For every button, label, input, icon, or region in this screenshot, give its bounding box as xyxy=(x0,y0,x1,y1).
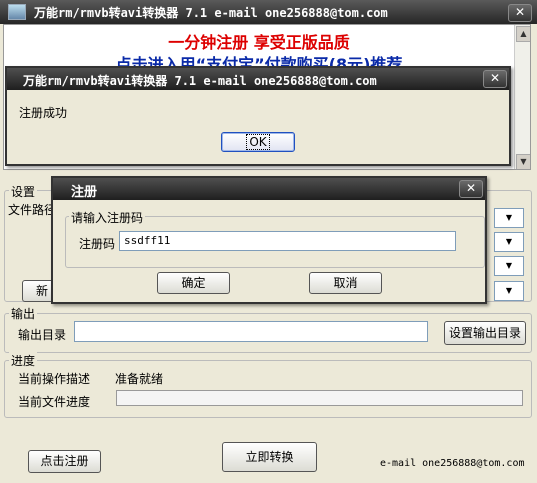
op-desc-label: 当前操作描述 xyxy=(18,372,91,386)
file-progress-label: 当前文件进度 xyxy=(18,395,91,409)
convert-now-button[interactable]: 立即转换 xyxy=(222,442,317,472)
register-code-group-label: 请输入注册码 xyxy=(69,209,146,226)
combo-4-dropdown-icon[interactable]: ▼ xyxy=(494,281,524,301)
ad-scrollbar[interactable]: ▲ ▼ xyxy=(514,25,530,169)
success-dialog: 万能rm/rmvb转avi转换器 7.1 e-mail one256888@to… xyxy=(5,66,511,166)
ad-line-register[interactable]: 一分钟注册 享受正版品质 xyxy=(4,29,514,53)
output-dir-label: 输出目录 xyxy=(18,328,67,342)
output-group-label: 输出 xyxy=(9,305,38,322)
register-code-label: 注册码 xyxy=(79,237,116,251)
register-dialog-title-bar[interactable]: 注册 ✕ xyxy=(53,178,485,200)
file-path-label: 文件路径 xyxy=(8,203,57,217)
ok-button[interactable]: OK xyxy=(221,132,295,152)
main-window-title: 万能rm/rmvb转avi转换器 7.1 e-mail one256888@to… xyxy=(34,6,388,20)
success-dialog-title-bar[interactable]: 万能rm/rmvb转avi转换器 7.1 e-mail one256888@to… xyxy=(7,68,509,90)
success-message: 注册成功 xyxy=(19,106,68,120)
register-dialog-close-icon[interactable]: ✕ xyxy=(459,180,483,198)
file-progress-bar xyxy=(116,390,523,406)
set-output-dir-button[interactable]: 设置输出目录 xyxy=(444,321,526,345)
success-dialog-title: 万能rm/rmvb转avi转换器 7.1 e-mail one256888@to… xyxy=(23,74,377,88)
main-close-icon[interactable]: ✕ xyxy=(508,4,532,22)
scroll-up-icon[interactable]: ▲ xyxy=(516,26,530,42)
footer-email: e-mail one256888@tom.com xyxy=(380,458,525,469)
main-title-bar[interactable]: 万能rm/rmvb转avi转换器 7.1 e-mail one256888@to… xyxy=(0,0,537,24)
settings-group-label: 设置 xyxy=(9,183,38,200)
register-code-input[interactable]: ssdff11 xyxy=(119,231,456,251)
confirm-button[interactable]: 确定 xyxy=(157,272,230,294)
output-dir-input[interactable] xyxy=(74,321,428,342)
app-icon xyxy=(8,4,26,20)
combo-2-dropdown-icon[interactable]: ▼ xyxy=(494,232,524,252)
register-dialog: 注册 ✕ 请输入注册码 注册码 ssdff11 确定 取消 xyxy=(51,176,487,304)
register-dialog-title: 注册 xyxy=(71,185,98,200)
ok-button-label: OK xyxy=(246,134,270,150)
progress-group-label: 进度 xyxy=(9,352,38,369)
success-dialog-close-icon[interactable]: ✕ xyxy=(483,70,507,88)
combo-1-dropdown-icon[interactable]: ▼ xyxy=(494,208,524,228)
cancel-button[interactable]: 取消 xyxy=(309,272,382,294)
scroll-down-icon[interactable]: ▼ xyxy=(516,154,530,169)
register-button[interactable]: 点击注册 xyxy=(28,450,101,473)
op-desc-value: 准备就绪 xyxy=(115,372,164,386)
combo-3-dropdown-icon[interactable]: ▼ xyxy=(494,256,524,276)
